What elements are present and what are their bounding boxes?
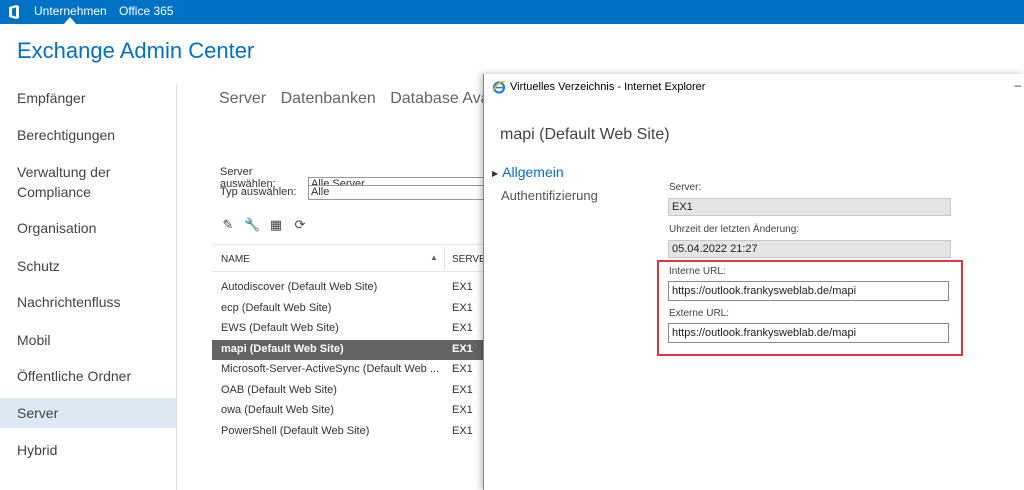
type-filter-row: Typ auswählen: Alle (220, 185, 508, 200)
wrench-icon[interactable]: 🔧 (244, 218, 260, 233)
left-navigation: Empfänger Berechtigungen Verwaltung der … (0, 80, 176, 490)
type-filter-label: Typ auswählen: (220, 186, 297, 199)
type-select[interactable]: Alle (308, 185, 508, 200)
server-tabs: Server Datenbanken Database Avail (219, 90, 507, 108)
dialog-nav-allgemein[interactable]: ▶ Allgemein (492, 164, 564, 180)
nav-divider (176, 84, 177, 490)
table-row[interactable]: PowerShell (Default Web Site) EX1 (212, 422, 484, 443)
nav-item-compliance-line1[interactable]: Verwaltung der (17, 162, 110, 182)
tab-datenbanken[interactable]: Datenbanken (281, 90, 376, 107)
row-name: Microsoft-Server-ActiveSync (Default Web… (221, 363, 440, 375)
dialog-window-title: Virtuelles Verzeichnis - Internet Explor… (510, 81, 706, 93)
page-title: Exchange Admin Center (17, 38, 255, 63)
row-name: OAB (Default Web Site) (221, 383, 337, 396)
row-server: EX1 (452, 301, 473, 314)
table-row[interactable]: Microsoft-Server-ActiveSync (Default Web… (212, 360, 484, 381)
nav-item-schutz[interactable]: Schutz (17, 256, 60, 276)
toolbar: ✎ 🔧 ▦ ⟳ (220, 218, 308, 233)
virtual-directory-dialog: Virtuelles Verzeichnis - Internet Explor… (483, 74, 1024, 490)
active-nav-marker (64, 17, 76, 24)
row-name: ecp (Default Web Site) (221, 301, 332, 314)
table-row[interactable]: EWS (Default Web Site) EX1 (212, 319, 484, 340)
virtual-directory-list: Autodiscover (Default Web Site) EX1 ecp … (212, 278, 484, 442)
column-header-name[interactable]: NAME (221, 254, 250, 265)
internet-explorer-icon (492, 81, 506, 94)
grid-header: NAME ▲ SERVER (212, 244, 493, 272)
row-name: PowerShell (Default Web Site) (221, 424, 370, 437)
table-row[interactable]: Autodiscover (Default Web Site) EX1 (212, 278, 484, 299)
server-field: EX1 (668, 198, 951, 216)
edit-icon[interactable]: ✎ (220, 218, 236, 233)
table-row[interactable]: owa (Default Web Site) EX1 (212, 401, 484, 422)
sort-ascending-icon[interactable]: ▲ (430, 253, 438, 262)
table-row[interactable]: OAB (Default Web Site) EX1 (212, 381, 484, 402)
row-server: EX1 (452, 281, 473, 293)
row-server: EX1 (452, 342, 473, 355)
url-highlight-box (657, 260, 963, 356)
caret-right-icon: ▶ (492, 168, 499, 178)
nav-item-empfaenger[interactable]: Empfänger (17, 88, 85, 108)
row-server: EX1 (452, 383, 473, 396)
modified-field: 05.04.2022 21:27 (668, 240, 951, 258)
table-row[interactable]: ecp (Default Web Site) EX1 (212, 299, 484, 320)
row-server: EX1 (452, 322, 473, 334)
row-name: EWS (Default Web Site) (221, 322, 339, 334)
row-name: Autodiscover (Default Web Site) (221, 281, 378, 293)
server-field-label: Server: (669, 182, 702, 193)
nav-office365[interactable]: Office 365 (119, 4, 173, 18)
top-bar: Unternehmen Office 365 (0, 0, 1024, 24)
nav-item-organisation[interactable]: Organisation (17, 218, 96, 238)
certificate-icon[interactable]: ▦ (268, 218, 284, 233)
table-row-selected[interactable]: mapi (Default Web Site) EX1 (212, 339, 484, 360)
nav-item-oeffentliche-ordner[interactable]: Öffentliche Ordner (17, 366, 131, 386)
tab-database-availability[interactable]: Database Avail (390, 90, 496, 107)
row-server: EX1 (452, 363, 473, 375)
nav-item-mobil[interactable]: Mobil (17, 330, 50, 350)
nav-item-berechtigungen[interactable]: Berechtigungen (17, 125, 115, 145)
nav-unternehmen[interactable]: Unternehmen (34, 4, 107, 18)
row-server: EX1 (452, 424, 473, 437)
modified-field-label: Uhrzeit der letzten Änderung: (669, 224, 800, 235)
dialog-nav-authentifizierung[interactable]: Authentifizierung (501, 188, 598, 203)
row-name: owa (Default Web Site) (221, 404, 334, 416)
nav-item-nachrichtenfluss[interactable]: Nachrichtenfluss (17, 292, 121, 312)
column-separator (444, 247, 445, 270)
row-name: mapi (Default Web Site) (221, 342, 344, 355)
dialog-heading: mapi (Default Web Site) (500, 126, 670, 143)
dialog-nav-allgemein-label: Allgemein (502, 164, 564, 180)
office-logo-icon[interactable] (8, 5, 20, 19)
nav-item-server[interactable]: Server (17, 403, 58, 423)
row-server: EX1 (452, 404, 473, 416)
dialog-titlebar[interactable]: Virtuelles Verzeichnis - Internet Explor… (484, 74, 1024, 100)
nav-item-hybrid[interactable]: Hybrid (17, 440, 57, 460)
minimize-icon[interactable]: – (1014, 78, 1021, 92)
tab-server[interactable]: Server (219, 90, 266, 107)
nav-item-compliance-line2[interactable]: Compliance (17, 182, 91, 202)
refresh-icon[interactable]: ⟳ (292, 218, 308, 233)
